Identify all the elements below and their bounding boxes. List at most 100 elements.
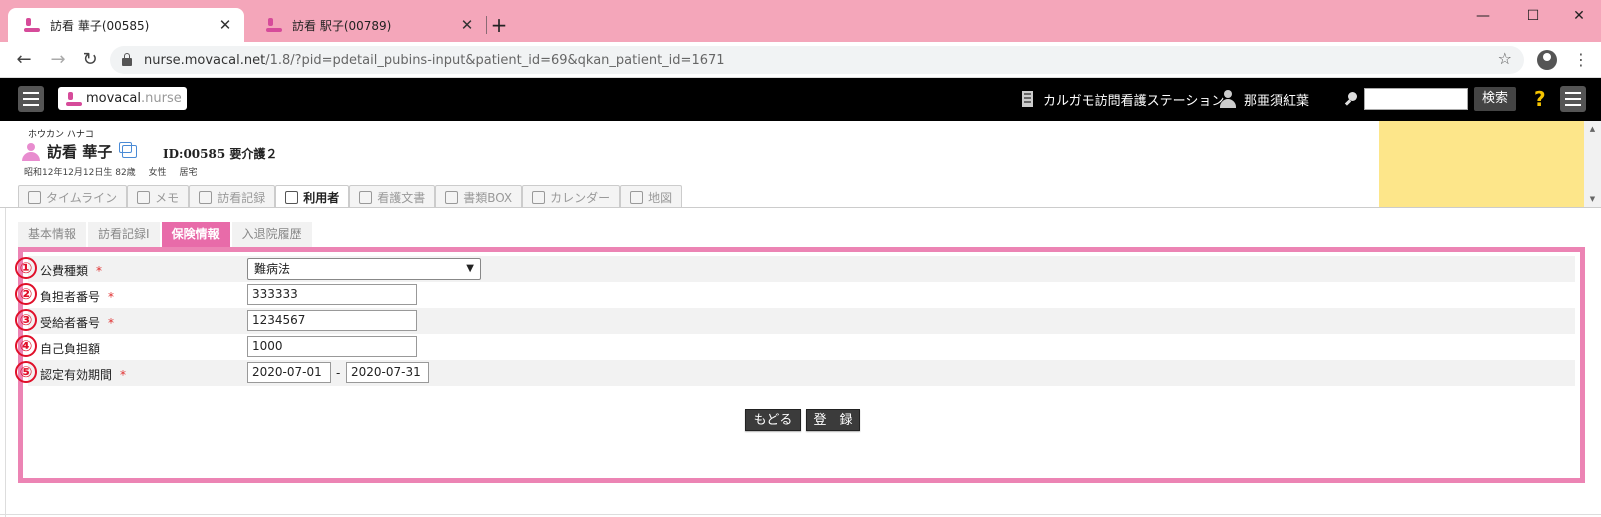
required-mark: * xyxy=(108,290,115,304)
patient-id-care-level: ID:00585 要介護２ xyxy=(163,147,278,161)
insurance-form: ① 公費種類 * 難病法 ▼ ② 負担者番号 * 333333 ③ 受給者番号 * 12… xyxy=(15,247,1585,483)
label-text: 受給者番号 xyxy=(40,316,101,330)
tab-label: タイムライン xyxy=(46,190,118,205)
chevron-down-icon: ▼ xyxy=(466,263,474,274)
close-window-button[interactable]: ✕ xyxy=(1562,6,1596,26)
register-button[interactable]: 登 録 xyxy=(806,409,860,431)
marker-5: ⑤ xyxy=(15,361,37,383)
movacal-favicon-icon xyxy=(24,17,40,33)
movacal-favicon-icon xyxy=(266,17,282,33)
browser-tab-strip: 訪看 華子(00585) ✕ 訪看 駅子(00789) ✕ + — ☐ ✕ xyxy=(0,0,1601,42)
user-name: 那亜須紅葉 xyxy=(1244,93,1310,109)
tab-separator xyxy=(486,16,487,34)
notice-panel xyxy=(1379,121,1584,207)
marker-4: ④ xyxy=(15,335,37,357)
form-row-public-type: ① 公費種類 * 難病法 ▼ xyxy=(15,256,1575,282)
search-input[interactable] xyxy=(1364,88,1468,110)
new-tab-button[interactable]: + xyxy=(488,12,510,38)
marker-3: ③ xyxy=(15,309,37,331)
minimize-window-button[interactable]: — xyxy=(1466,6,1500,26)
box-icon xyxy=(445,190,459,204)
hamburger-menu-icon[interactable] xyxy=(18,86,44,112)
forward-arrow-icon[interactable]: → xyxy=(46,49,70,71)
tab-user[interactable]: 利用者 xyxy=(275,185,350,208)
field-label: 負担者番号 * xyxy=(40,288,114,305)
field-label: 自己負担額 xyxy=(40,340,100,357)
scroll-down-icon[interactable]: ▼ xyxy=(1584,193,1601,205)
tab-nursing-docs[interactable]: 看護文書 xyxy=(349,185,436,208)
patient-meta: 昭和12年12月12日生 82歳 女性 居宅 xyxy=(24,165,207,178)
browser-tab-title: 訪看 駅子(00789) xyxy=(292,18,392,33)
back-button[interactable]: もどる xyxy=(745,409,801,431)
movacal-logo[interactable]: movacal .nurse xyxy=(58,87,187,110)
url-path: /1.8/?pid=pdetail_pubins-input&patient_i… xyxy=(265,52,725,68)
tab-label: メモ xyxy=(155,190,180,205)
label-text: 公費種類 xyxy=(40,264,89,278)
timeline-icon xyxy=(28,190,41,204)
browser-tab-inactive[interactable]: 訪看 駅子(00789) ✕ xyxy=(250,8,486,42)
patient-kana: ホウカン ハナコ xyxy=(28,130,94,140)
date-separator: - xyxy=(336,366,341,380)
movacal-logo-icon xyxy=(66,91,82,107)
copay-input[interactable]: 1000 xyxy=(247,336,417,357)
browser-tab-title: 訪看 華子(00585) xyxy=(50,18,150,33)
logo-text-suffix: .nurse xyxy=(141,91,182,106)
valid-from-input[interactable]: 2020-07-01 xyxy=(247,362,331,383)
marker-1: ① xyxy=(15,257,37,279)
tab-label: カレンダー xyxy=(550,190,611,205)
patient-residence: 居宅 xyxy=(179,168,198,178)
search-button[interactable]: 検索 xyxy=(1474,87,1516,111)
user-sub-tabs: 基本情報 訪看記録Ⅰ 保険情報 入退院履歴 xyxy=(18,222,314,247)
patient-birth: 昭和12年12月12日生 82歳 xyxy=(24,168,136,178)
public-type-select[interactable]: 難病法 ▼ xyxy=(247,258,481,280)
station-label: カルガモ訪問看護ステーション xyxy=(1043,93,1225,109)
patient-female-icon xyxy=(22,143,40,161)
form-row-payer-number: ② 負担者番号 * 333333 xyxy=(15,282,1575,308)
tab-document-box[interactable]: 書類BOX xyxy=(435,185,523,208)
tab-calendar[interactable]: カレンダー xyxy=(522,185,621,208)
current-user[interactable]: 那亜須紅葉 xyxy=(1220,89,1309,109)
help-icon[interactable]: ? xyxy=(1534,87,1548,111)
tab-map[interactable]: 地図 xyxy=(620,185,683,208)
field-label: 認定有効期間 * xyxy=(40,366,126,383)
tab-label: 書類BOX xyxy=(463,190,513,205)
tab-label: 利用者 xyxy=(303,190,340,205)
url-field[interactable]: nurse.movacal.net/1.8/?pid=pdetail_pubin… xyxy=(110,46,1524,74)
marker-2: ② xyxy=(15,283,37,305)
back-arrow-icon[interactable]: ← xyxy=(12,49,36,71)
label-text: 認定有効期間 xyxy=(40,368,113,382)
pdf-icon xyxy=(359,190,373,204)
label-text: 負担者番号 xyxy=(40,290,101,304)
payer-number-input[interactable]: 333333 xyxy=(247,284,417,305)
address-bar: ← → ↻ nurse.movacal.net/1.8/?pid=pdetail… xyxy=(0,42,1601,78)
subtab-insurance-info[interactable]: 保険情報 xyxy=(161,222,230,247)
profile-avatar-icon[interactable] xyxy=(1537,50,1557,70)
tab-visit-record[interactable]: 訪看記録 xyxy=(189,185,276,208)
tab-memo[interactable]: メモ xyxy=(127,185,190,208)
subtab-visit-record-1[interactable]: 訪看記録Ⅰ xyxy=(88,222,160,247)
logo-text-main: movacal xyxy=(86,91,142,106)
tab-timeline[interactable]: タイムライン xyxy=(18,185,128,208)
browser-menu-icon[interactable]: ⋮ xyxy=(1573,50,1589,70)
valid-to-input[interactable]: 2020-07-31 xyxy=(346,362,429,383)
close-tab-icon[interactable]: ✕ xyxy=(216,16,234,34)
reload-icon[interactable]: ↻ xyxy=(78,49,102,71)
recipient-number-input[interactable]: 1234567 xyxy=(247,310,417,331)
patient-card-icon[interactable] xyxy=(119,142,137,158)
close-tab-icon[interactable]: ✕ xyxy=(458,16,476,34)
pencil-icon xyxy=(137,190,151,204)
bookmark-star-icon[interactable]: ☆ xyxy=(1498,49,1512,68)
subtab-basic-info[interactable]: 基本情報 xyxy=(18,222,87,247)
browser-tab-active[interactable]: 訪看 華子(00585) ✕ xyxy=(8,8,244,42)
notice-scrollbar[interactable]: ▲ ▼ xyxy=(1584,121,1601,207)
app-menu-icon[interactable] xyxy=(1560,86,1586,112)
maximize-window-button[interactable]: ☐ xyxy=(1516,6,1550,26)
id-card-icon xyxy=(285,190,299,204)
required-mark: * xyxy=(96,264,103,278)
search-icon xyxy=(1343,92,1359,108)
scroll-up-icon[interactable]: ▲ xyxy=(1584,123,1601,135)
field-label: 公費種類 * xyxy=(40,262,102,279)
page-bottom-line xyxy=(0,514,1601,515)
subtab-admission-history[interactable]: 入退院履歴 xyxy=(231,222,312,247)
form-row-recipient-number: ③ 受給者番号 * 1234567 xyxy=(15,308,1575,334)
